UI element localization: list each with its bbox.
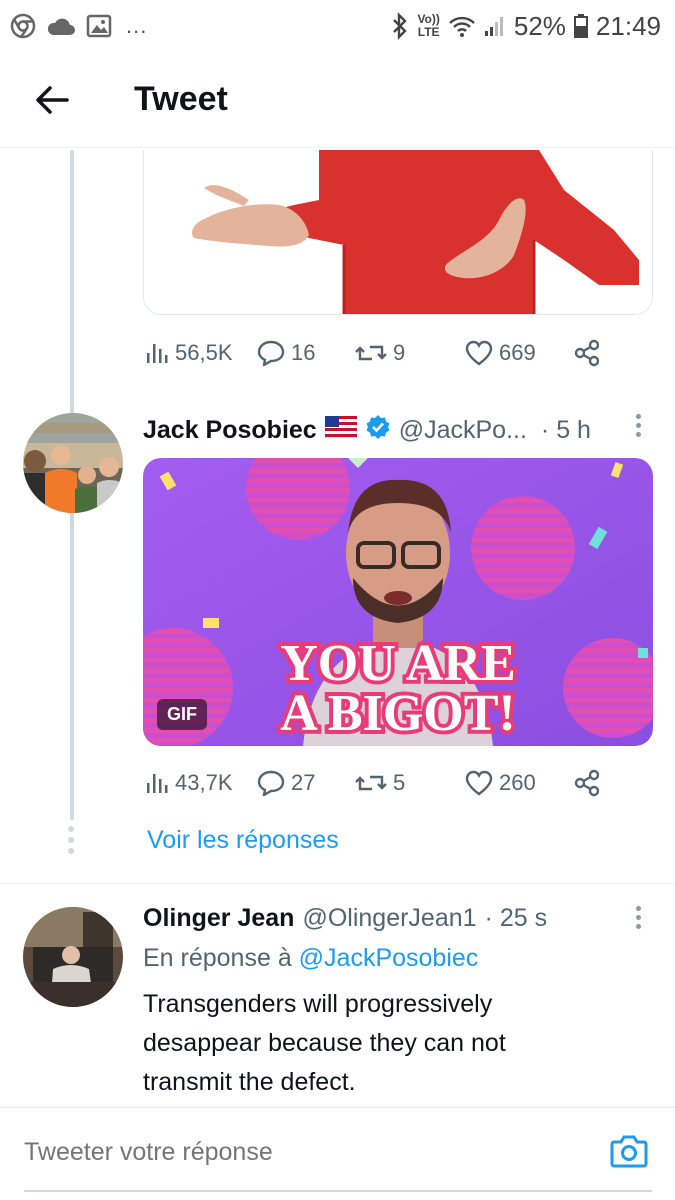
tweet3-header: Olinger Jean @OlingerJean1 · 25 s — [143, 904, 547, 933]
top-bar: Tweet — [0, 52, 675, 148]
chrome-icon — [10, 13, 36, 39]
tweet2-metrics: 43,7K 27 5 260 — [145, 766, 615, 800]
tweet-time[interactable]: · 5 h — [541, 416, 591, 445]
network-type: Vo)) LTE — [417, 12, 440, 39]
reply-icon — [257, 340, 285, 366]
arrow-left-icon — [36, 85, 69, 114]
retweet-icon — [355, 775, 387, 791]
views-count: 43,7K — [175, 770, 233, 795]
gif-caption-line2-fill: A BIGOT! — [280, 685, 516, 742]
author-name[interactable]: Jack Posobiec — [143, 416, 317, 445]
views-metric[interactable]: 56,5K — [145, 340, 233, 366]
share-icon — [574, 769, 600, 797]
views-metric[interactable]: 43,7K — [145, 770, 233, 796]
camera-button[interactable] — [610, 1134, 648, 1168]
views-icon — [147, 344, 168, 363]
tweet-text-line: transmit the defect. — [143, 1068, 356, 1096]
author-handle[interactable]: @JackPo... — [399, 416, 527, 445]
status-bar: ... Vo)) LTE 52% 21:49 — [0, 0, 675, 52]
retweet-metric[interactable]: 9 — [355, 340, 405, 366]
more-options-icon[interactable] — [633, 906, 643, 929]
reply-count: 27 — [291, 770, 316, 795]
like-count: 669 — [499, 340, 536, 365]
retweet-icon — [355, 345, 387, 361]
tweet-gif[interactable]: YOU ARE YOU ARE A BIGOT! A BIGOT! GIF — [143, 458, 653, 746]
show-replies-link[interactable]: Voir les réponses — [147, 826, 339, 855]
input-underline — [24, 1190, 652, 1192]
reply-prefix: En réponse à — [143, 944, 292, 972]
page-title: Tweet — [134, 80, 228, 118]
tweet-text: Transgenders will progressively desappea… — [143, 985, 643, 1102]
author-name[interactable]: Olinger Jean — [143, 904, 294, 933]
heart-icon — [465, 770, 493, 796]
share-button[interactable] — [573, 769, 601, 797]
reply-to-handle[interactable]: @JackPosobiec — [299, 944, 479, 972]
reply-input[interactable] — [24, 1138, 564, 1167]
heart-icon — [465, 340, 493, 366]
thread-ellipsis — [68, 826, 74, 854]
bluetooth-icon — [391, 12, 409, 40]
author-handle[interactable]: @OlingerJean1 — [302, 904, 476, 933]
reply-composer — [0, 1107, 675, 1200]
us-flag-icon — [324, 415, 358, 445]
clock: 21:49 — [595, 10, 661, 41]
share-icon — [574, 339, 600, 367]
camera-icon — [610, 1135, 648, 1168]
tweet2-header: Jack Posobiec @JackPo... · 5 h — [143, 414, 591, 447]
wifi-icon — [448, 14, 476, 38]
battery-percent: 52% — [513, 10, 566, 41]
share-button[interactable] — [573, 339, 601, 367]
views-count: 56,5K — [175, 340, 233, 365]
like-count: 260 — [499, 770, 536, 795]
reply-count: 16 — [291, 340, 316, 365]
tweet-time[interactable]: · 25 s — [485, 904, 548, 933]
tweet-image[interactable] — [143, 150, 653, 315]
cloud-icon — [46, 15, 76, 37]
avatar[interactable] — [23, 413, 123, 513]
like-metric[interactable]: 260 — [465, 770, 536, 796]
verified-badge-icon — [365, 414, 391, 447]
tweet1-metrics: 56,5K 16 9 669 — [145, 336, 615, 370]
views-icon — [147, 774, 168, 793]
signal-icon — [484, 15, 506, 37]
gif-caption-line1-fill: YOU ARE — [280, 635, 515, 692]
status-overflow: ... — [126, 13, 148, 38]
reply-context: En réponse à @JackPosobiec — [143, 944, 478, 973]
like-metric[interactable]: 669 — [465, 340, 536, 366]
battery-icon — [573, 14, 588, 38]
tweet-text-line: Transgenders will progressively — [143, 990, 493, 1018]
more-options-icon[interactable] — [633, 414, 643, 437]
reply-metric[interactable]: 27 — [257, 770, 315, 796]
retweet-count: 9 — [393, 340, 406, 365]
tweet-text-line: desappear because they can not — [143, 1029, 506, 1057]
divider — [0, 883, 675, 884]
reply-metric[interactable]: 16 — [257, 340, 315, 366]
retweet-count: 5 — [393, 770, 406, 795]
avatar[interactable] — [23, 907, 123, 1007]
back-button[interactable] — [24, 72, 80, 128]
gif-badge: GIF — [157, 699, 207, 730]
reply-icon — [257, 770, 285, 796]
retweet-metric[interactable]: 5 — [355, 770, 405, 796]
image-icon — [86, 14, 112, 38]
